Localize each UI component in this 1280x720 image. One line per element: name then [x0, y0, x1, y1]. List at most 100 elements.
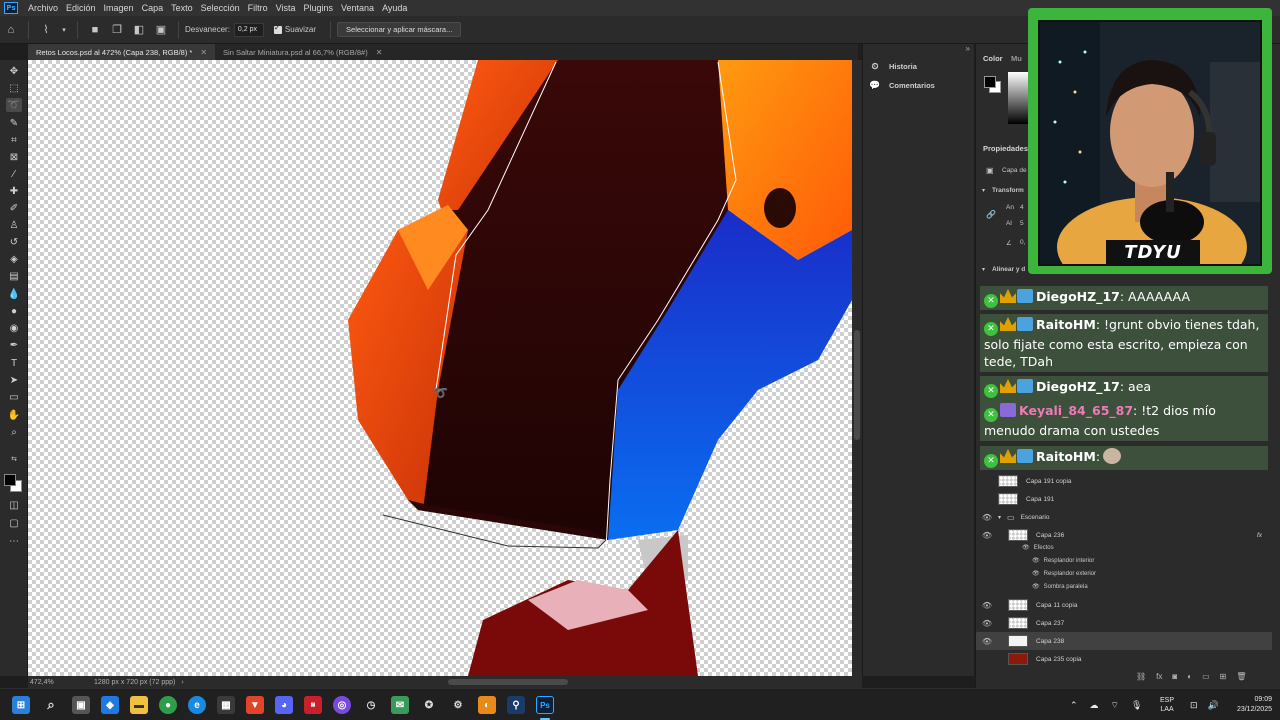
- pen-tool-icon[interactable]: ✒: [6, 338, 22, 352]
- hand-tool-icon[interactable]: ✋: [6, 408, 22, 422]
- tab-sin-saltar-miniatura[interactable]: Sin Saltar Miniatura.psd al 66,7% (RGB/8…: [215, 44, 390, 60]
- intersect-selection-icon[interactable]: ▣: [154, 23, 168, 37]
- color-tab[interactable]: Color: [983, 54, 1003, 63]
- chevron-down-icon[interactable]: ▾: [998, 514, 1001, 521]
- layer-row[interactable]: Capa 191: [976, 490, 1272, 508]
- chevron-down-icon[interactable]: ▾: [982, 187, 985, 194]
- add-selection-icon[interactable]: ❐: [110, 23, 124, 37]
- media-app-icon[interactable]: ✪: [420, 696, 438, 714]
- quick-select-tool-icon[interactable]: ✎: [6, 116, 22, 130]
- align-section[interactable]: Alinear y d: [992, 266, 1025, 273]
- adjustment-layer-icon[interactable]: ◐: [1187, 672, 1192, 681]
- history-panel-button[interactable]: ⏲ Historia: [869, 60, 916, 72]
- foreground-color-swatch-front[interactable]: [4, 474, 16, 486]
- store-icon[interactable]: ▦: [217, 696, 235, 714]
- close-icon[interactable]: ✕: [376, 48, 383, 57]
- scrollbar-thumb[interactable]: [854, 330, 860, 440]
- dodge-tool-icon[interactable]: ●: [6, 304, 22, 318]
- home-icon[interactable]: ⌂: [4, 23, 18, 37]
- dodge-burn-tool-icon[interactable]: ◉: [6, 321, 22, 335]
- menu-archivo[interactable]: Archivo: [24, 3, 62, 13]
- eye-icon[interactable]: 👁: [1032, 557, 1040, 564]
- eye-icon[interactable]: 👁: [1022, 544, 1030, 551]
- eye-icon[interactable]: 👁: [976, 601, 998, 610]
- transform-section[interactable]: Transform: [992, 187, 1024, 194]
- comments-panel-button[interactable]: 💬 Comentarios: [869, 79, 934, 91]
- fx-icon[interactable]: fx: [1257, 532, 1262, 539]
- new-selection-icon[interactable]: ■: [88, 23, 102, 37]
- eye-icon[interactable]: 👁: [976, 531, 998, 540]
- chevron-down-icon[interactable]: ▾: [982, 266, 985, 273]
- zoom-tool-icon[interactable]: ⌕: [6, 425, 22, 439]
- video-editor-icon[interactable]: ▤: [304, 696, 322, 714]
- lasso-tool-icon[interactable]: ➰: [6, 98, 22, 112]
- search-icon[interactable]: ⌕: [42, 696, 60, 714]
- menu-texto[interactable]: Texto: [167, 3, 197, 13]
- layer-row[interactable]: Capa 191 copia: [976, 472, 1272, 490]
- menu-capa[interactable]: Capa: [138, 3, 168, 13]
- menu-ventana[interactable]: Ventana: [337, 3, 378, 13]
- chevron-up-icon[interactable]: ⌃: [1070, 700, 1078, 711]
- photoshop-taskbar-icon[interactable]: Ps: [536, 696, 554, 714]
- effect-row[interactable]: 👁 Sombra paralela: [1032, 583, 1088, 591]
- smooth-checkbox[interactable]: Suavizar: [273, 23, 316, 34]
- gradient-tool-icon[interactable]: ▤: [6, 269, 22, 283]
- marquee-tool-icon[interactable]: ⬚: [6, 81, 22, 95]
- layer-row[interactable]: 👁 Capa 11 copia: [976, 596, 1272, 614]
- collapse-panels-icon[interactable]: »: [966, 44, 970, 53]
- polygonal-lasso-icon[interactable]: ⌇: [39, 23, 53, 37]
- settings-icon[interactable]: ⚙: [449, 696, 467, 714]
- microphone-icon[interactable]: 🎙: [1131, 700, 1142, 711]
- chevron-down-icon[interactable]: ▾: [61, 23, 67, 37]
- fx-menu-icon[interactable]: fx: [1156, 672, 1162, 681]
- angle-value[interactable]: 0,: [1020, 239, 1025, 246]
- task-view-icon[interactable]: ▣: [72, 696, 90, 714]
- layer-row[interactable]: 👁 Capa 236 fx: [976, 526, 1272, 544]
- horizontal-scrollbar-thumb[interactable]: [448, 679, 568, 685]
- type-tool-icon[interactable]: T: [6, 356, 22, 370]
- network-app-icon[interactable]: ☁: [1090, 700, 1099, 711]
- layer-group-row[interactable]: 👁 ▾ ▭ Escenario: [976, 508, 1272, 526]
- width-value[interactable]: 4: [1020, 204, 1024, 211]
- quick-mask-icon[interactable]: ◫: [6, 498, 22, 512]
- brush-tool-icon[interactable]: ✐: [6, 201, 22, 215]
- chevron-right-icon[interactable]: ›: [181, 679, 183, 686]
- swap-colors-icon[interactable]: ⇆: [6, 452, 22, 466]
- swatches-tab[interactable]: Mu: [1011, 54, 1022, 63]
- brave-icon[interactable]: ▼: [246, 696, 264, 714]
- close-icon[interactable]: ✕: [200, 48, 207, 57]
- feather-input[interactable]: [233, 22, 264, 37]
- menu-filtro[interactable]: Filtro: [244, 3, 272, 13]
- effect-row[interactable]: 👁 Resplandor exterior: [1032, 570, 1096, 578]
- subtract-selection-icon[interactable]: ◧: [132, 23, 146, 37]
- menu-edicion[interactable]: Edición: [62, 3, 100, 13]
- crop-tool-icon[interactable]: ⌗: [6, 133, 22, 147]
- move-tool-icon[interactable]: ✥: [6, 64, 22, 78]
- wifi-icon[interactable]: ⌔: [1111, 700, 1119, 711]
- menu-imagen[interactable]: Imagen: [100, 3, 138, 13]
- link-icon[interactable]: 🔗: [986, 210, 996, 219]
- input-language[interactable]: ESP LAA: [1160, 689, 1174, 720]
- foreground-color-swatch-top[interactable]: [984, 76, 996, 88]
- discord-icon[interactable]: ◕: [275, 696, 293, 714]
- add-mask-icon[interactable]: ◙: [1172, 672, 1177, 681]
- eyedropper-tool-icon[interactable]: ⁄: [6, 167, 22, 181]
- layer-row-selected[interactable]: 👁 Capa 238: [976, 632, 1272, 650]
- edit-toolbar-icon[interactable]: ⋯: [6, 534, 22, 548]
- layer-row[interactable]: Capa 235 copia: [976, 650, 1272, 668]
- eye-icon[interactable]: 👁: [1032, 583, 1040, 590]
- link-layers-icon[interactable]: ⛓: [1136, 672, 1146, 681]
- menu-seleccion[interactable]: Selección: [197, 3, 244, 13]
- eye-icon[interactable]: 👁: [976, 619, 998, 628]
- path-selection-tool-icon[interactable]: ➤: [6, 373, 22, 387]
- clone-stamp-tool-icon[interactable]: ♙: [6, 218, 22, 232]
- frame-tool-icon[interactable]: ⊠: [6, 150, 22, 164]
- effect-row[interactable]: 👁 Resplandor interior: [1032, 557, 1094, 565]
- edge-icon[interactable]: e: [188, 696, 206, 714]
- new-layer-icon[interactable]: ⊞: [1220, 672, 1227, 681]
- layer-row[interactable]: 👁 Capa 237: [976, 614, 1272, 632]
- healing-brush-tool-icon[interactable]: ✚: [6, 184, 22, 198]
- file-explorer-icon[interactable]: ▬: [130, 696, 148, 714]
- document-canvas[interactable]: ➰: [28, 60, 852, 676]
- steam-icon[interactable]: ⚲: [507, 696, 525, 714]
